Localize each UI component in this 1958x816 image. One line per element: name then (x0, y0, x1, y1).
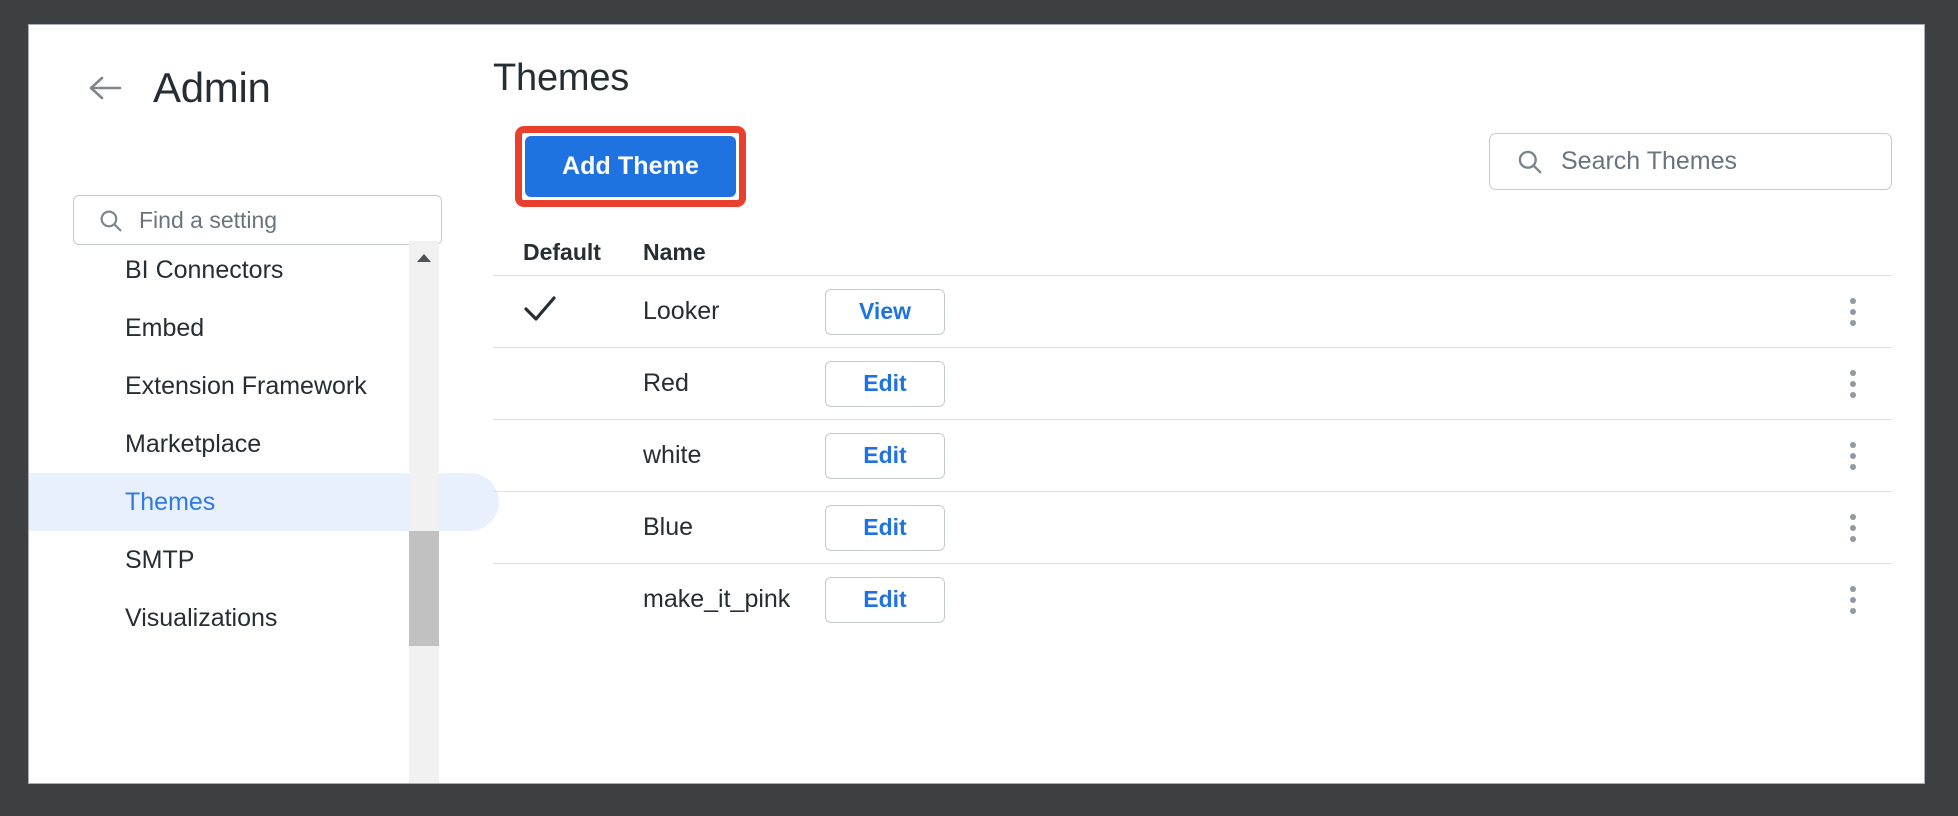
cell-theme-name: white (643, 441, 825, 470)
sidebar-item-label: Themes (125, 488, 215, 517)
page-title-themes: Themes (493, 57, 629, 100)
cell-theme-name: make_it_pink (643, 585, 825, 614)
scrollbar-thumb[interactable] (409, 531, 439, 646)
column-header-default: Default (493, 239, 643, 266)
window-frame: Admin BI Connectors Embed (0, 0, 1958, 816)
sidebar-item-label: SMTP (125, 546, 194, 575)
add-theme-button[interactable]: Add Theme (525, 136, 736, 197)
kebab-menu-icon[interactable] (1836, 292, 1870, 332)
cell-menu (1085, 580, 1892, 620)
search-themes-input[interactable] (1561, 147, 1861, 176)
cell-theme-name: Red (643, 369, 825, 398)
column-header-name: Name (643, 239, 825, 266)
caret-up-icon[interactable] (409, 241, 439, 275)
cell-theme-name: Blue (643, 513, 825, 542)
sidebar-item-label: Embed (125, 314, 204, 343)
cell-menu (1085, 292, 1892, 332)
cell-action: View (825, 289, 1085, 335)
table-row: white Edit (493, 419, 1892, 491)
admin-sidebar: Admin BI Connectors Embed (29, 25, 539, 783)
table-header-row: Default Name (493, 229, 1892, 275)
table-row: Looker View (493, 275, 1892, 347)
view-theme-button[interactable]: View (825, 289, 945, 335)
cell-action: Edit (825, 433, 1085, 479)
themes-table: Default Name Looker (493, 229, 1892, 635)
themes-panel: Themes Add Theme Default Name (469, 25, 1924, 783)
search-icon (98, 208, 123, 233)
find-setting-input[interactable] (139, 207, 399, 234)
search-icon (1516, 148, 1543, 175)
edit-theme-button[interactable]: Edit (825, 505, 945, 551)
sidebar-item-label: BI Connectors (125, 256, 283, 285)
admin-nav-list: BI Connectors Embed Extension Framework … (29, 251, 539, 783)
table-row: Red Edit (493, 347, 1892, 419)
cell-action: Edit (825, 577, 1085, 623)
kebab-menu-icon[interactable] (1836, 508, 1870, 548)
table-row: Blue Edit (493, 491, 1892, 563)
find-setting-field[interactable] (73, 195, 442, 245)
app-panel: Admin BI Connectors Embed (28, 24, 1925, 784)
kebab-menu-icon[interactable] (1836, 580, 1870, 620)
sidebar-item-label: Extension Framework (125, 372, 367, 401)
edit-theme-button[interactable]: Edit (825, 577, 945, 623)
edit-theme-button[interactable]: Edit (825, 361, 945, 407)
sidebar-item-label: Visualizations (125, 604, 277, 633)
check-icon (523, 294, 557, 329)
cell-menu (1085, 364, 1892, 404)
sidebar-item-label: Marketplace (125, 430, 261, 459)
page-title-admin: Admin (153, 67, 271, 109)
arrow-left-icon[interactable] (77, 60, 133, 116)
edit-theme-button[interactable]: Edit (825, 433, 945, 479)
sidebar-scrollbar[interactable] (409, 241, 439, 783)
search-themes-field[interactable] (1489, 133, 1892, 190)
cell-action: Edit (825, 505, 1085, 551)
cell-menu (1085, 436, 1892, 476)
table-row: make_it_pink Edit (493, 563, 1892, 635)
cell-menu (1085, 508, 1892, 548)
kebab-menu-icon[interactable] (1836, 436, 1870, 476)
cell-default (493, 294, 643, 329)
kebab-menu-icon[interactable] (1836, 364, 1870, 404)
cell-theme-name: Looker (643, 297, 825, 326)
cell-action: Edit (825, 361, 1085, 407)
admin-header: Admin (29, 53, 271, 123)
